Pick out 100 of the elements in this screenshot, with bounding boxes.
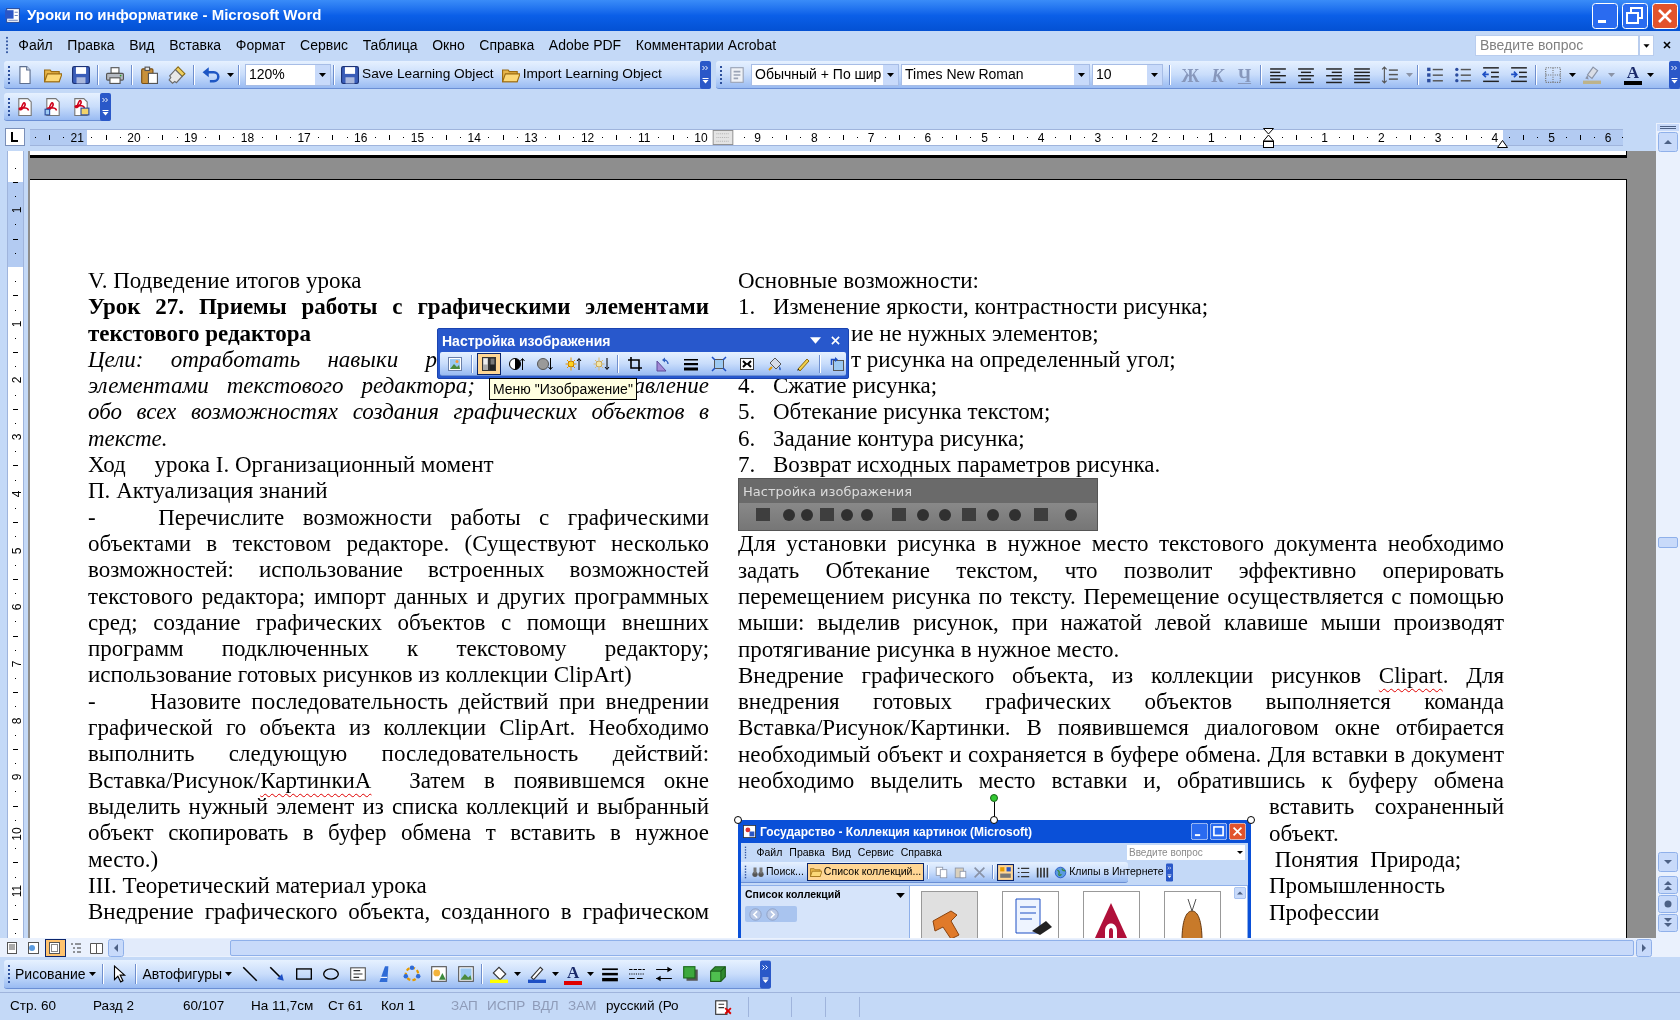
scroll-down-icon[interactable] — [1658, 852, 1678, 872]
dropdown-caret-icon[interactable] — [883, 64, 898, 85]
toolbar-button[interactable]: Список коллекций... — [806, 863, 925, 882]
numbered-list-icon[interactable] — [1426, 65, 1444, 84]
font-combo[interactable]: Times New Roman — [901, 63, 1090, 86]
menu-item[interactable]: Комментарии Acrobat — [628, 35, 784, 55]
line-spacing-icon[interactable] — [1381, 65, 1399, 84]
scroll-left-icon[interactable] — [108, 938, 124, 957]
style-combo[interactable]: Обычный + По шир — [751, 63, 899, 86]
bulleted-list-icon[interactable] — [1454, 65, 1472, 84]
dropdown-caret-icon[interactable] — [1147, 64, 1162, 85]
decrease-indent-icon[interactable] — [1482, 65, 1500, 84]
toolbar-grip-icon[interactable] — [7, 96, 11, 117]
menu-item[interactable]: Сервис — [292, 35, 356, 55]
caret-icon[interactable] — [1569, 72, 1576, 77]
menu-item[interactable]: Справка — [897, 844, 946, 861]
half-tone-icon[interactable] — [477, 352, 501, 375]
caret-icon[interactable] — [227, 72, 234, 77]
menu-item[interactable]: Сервис — [854, 844, 898, 861]
toolbar-options-icon[interactable] — [1165, 861, 1173, 883]
dropdown-caret-icon[interactable] — [896, 892, 905, 898]
help-search-field[interactable]: Введите вопрос — [1475, 34, 1639, 56]
new-document-icon[interactable] — [16, 65, 34, 84]
toolbar-options-icon[interactable] — [760, 959, 771, 989]
menu-item[interactable]: Таблица — [355, 35, 425, 55]
pen-icon[interactable] — [527, 965, 546, 983]
thumbnail-view-icon[interactable] — [997, 863, 1015, 881]
arrow-icon[interactable] — [267, 965, 286, 983]
indent-marker-icon[interactable] — [1263, 128, 1274, 148]
split-box-icon[interactable] — [1657, 124, 1679, 131]
justify-icon[interactable] — [1353, 65, 1371, 84]
select-browse-object-icon[interactable] — [1658, 895, 1678, 913]
dropdown-caret-icon[interactable] — [1074, 64, 1089, 85]
print-layout-icon[interactable] — [45, 938, 66, 957]
close-icon[interactable] — [1662, 40, 1672, 50]
menu-item[interactable]: Правка — [785, 844, 829, 861]
caret-icon[interactable] — [514, 972, 522, 976]
restore-icon[interactable] — [1622, 2, 1648, 29]
draw-menu-button[interactable]: Рисование — [11, 962, 100, 986]
binoculars-icon[interactable] — [752, 866, 764, 879]
scroll-up-icon[interactable] — [1658, 132, 1678, 152]
line-icon[interactable] — [240, 965, 259, 983]
pdf-file-icon[interactable] — [44, 97, 62, 116]
dropdown-caret-icon[interactable] — [1639, 34, 1654, 56]
autoshapes-button[interactable]: Автофигуры — [138, 962, 237, 986]
spelling-status-icon[interactable] — [714, 997, 732, 1016]
scroll-right-icon[interactable] — [1636, 938, 1652, 957]
border-icon[interactable] — [1544, 65, 1562, 84]
toolbar-grip-icon[interactable] — [744, 865, 747, 880]
align-center-icon[interactable] — [1297, 65, 1315, 84]
menu-item[interactable]: Вид — [828, 844, 855, 861]
delete-icon[interactable] — [973, 865, 987, 879]
clipboard-icon[interactable] — [140, 65, 158, 84]
scroll-up-icon[interactable] — [1234, 887, 1246, 900]
picture-icon[interactable] — [456, 965, 475, 983]
toolbar-button[interactable]: Import Learning Object — [497, 62, 666, 87]
folder-icon[interactable] — [809, 866, 822, 879]
toolbar-options-icon[interactable] — [100, 92, 111, 121]
cube-icon[interactable] — [708, 965, 727, 983]
font-size-combo[interactable]: 10 — [1092, 63, 1163, 86]
toolbar-button[interactable]: Клипы в Интернете — [1052, 863, 1166, 882]
globe-icon[interactable] — [1054, 865, 1068, 879]
column-marker-icon[interactable] — [712, 129, 734, 145]
undo-icon[interactable] — [202, 65, 220, 84]
menu-item[interactable]: Справка — [472, 35, 542, 55]
list-view-icon[interactable] — [1017, 865, 1031, 879]
toolbar-button[interactable]: Save Learning Object — [337, 62, 498, 87]
align-right-icon[interactable] — [1325, 65, 1343, 84]
tab-selector-icon[interactable] — [5, 128, 25, 146]
caret-icon[interactable] — [1647, 72, 1654, 77]
zoom-combo[interactable]: 120% — [245, 63, 331, 86]
pdf-file-icon[interactable] — [72, 97, 90, 116]
toolbar-button[interactable]: Поиск... — [749, 863, 807, 882]
maximize-icon[interactable] — [1210, 823, 1227, 841]
toolbar-grip-icon[interactable] — [719, 64, 723, 85]
paint-bucket-icon[interactable] — [489, 965, 508, 983]
menu-grip-icon[interactable] — [744, 846, 747, 860]
help-search-field[interactable]: Введите вопрос — [1127, 845, 1235, 861]
increase-indent-icon[interactable] — [1510, 65, 1528, 84]
printer-icon[interactable] — [106, 65, 124, 84]
menu-item[interactable]: Вставка — [161, 35, 229, 55]
font-color-button[interactable]: A — [1621, 62, 1645, 87]
font-color-button[interactable]: A — [561, 962, 586, 986]
oval-icon[interactable] — [321, 965, 340, 983]
previous-page-icon[interactable] — [1658, 876, 1678, 894]
caret-icon[interactable] — [552, 972, 560, 976]
menu-item[interactable]: Файл — [11, 35, 60, 55]
toolbar-options-icon[interactable] — [1669, 60, 1680, 89]
menu-item[interactable]: Adobe PDF — [541, 35, 629, 55]
pdf-file-icon[interactable] — [16, 97, 34, 116]
scrollbar-thumb[interactable] — [1658, 537, 1678, 548]
resize-handle[interactable] — [990, 816, 998, 825]
menu-item[interactable]: Правка — [60, 35, 122, 55]
rectangle-icon[interactable] — [294, 965, 313, 983]
details-view-icon[interactable] — [1036, 865, 1050, 879]
caret-icon[interactable] — [88, 972, 96, 976]
diagram-icon[interactable] — [402, 965, 421, 983]
toolbar-grip-icon[interactable] — [7, 964, 11, 984]
shadow-icon[interactable] — [681, 965, 700, 983]
align-left-icon[interactable] — [1269, 65, 1287, 84]
